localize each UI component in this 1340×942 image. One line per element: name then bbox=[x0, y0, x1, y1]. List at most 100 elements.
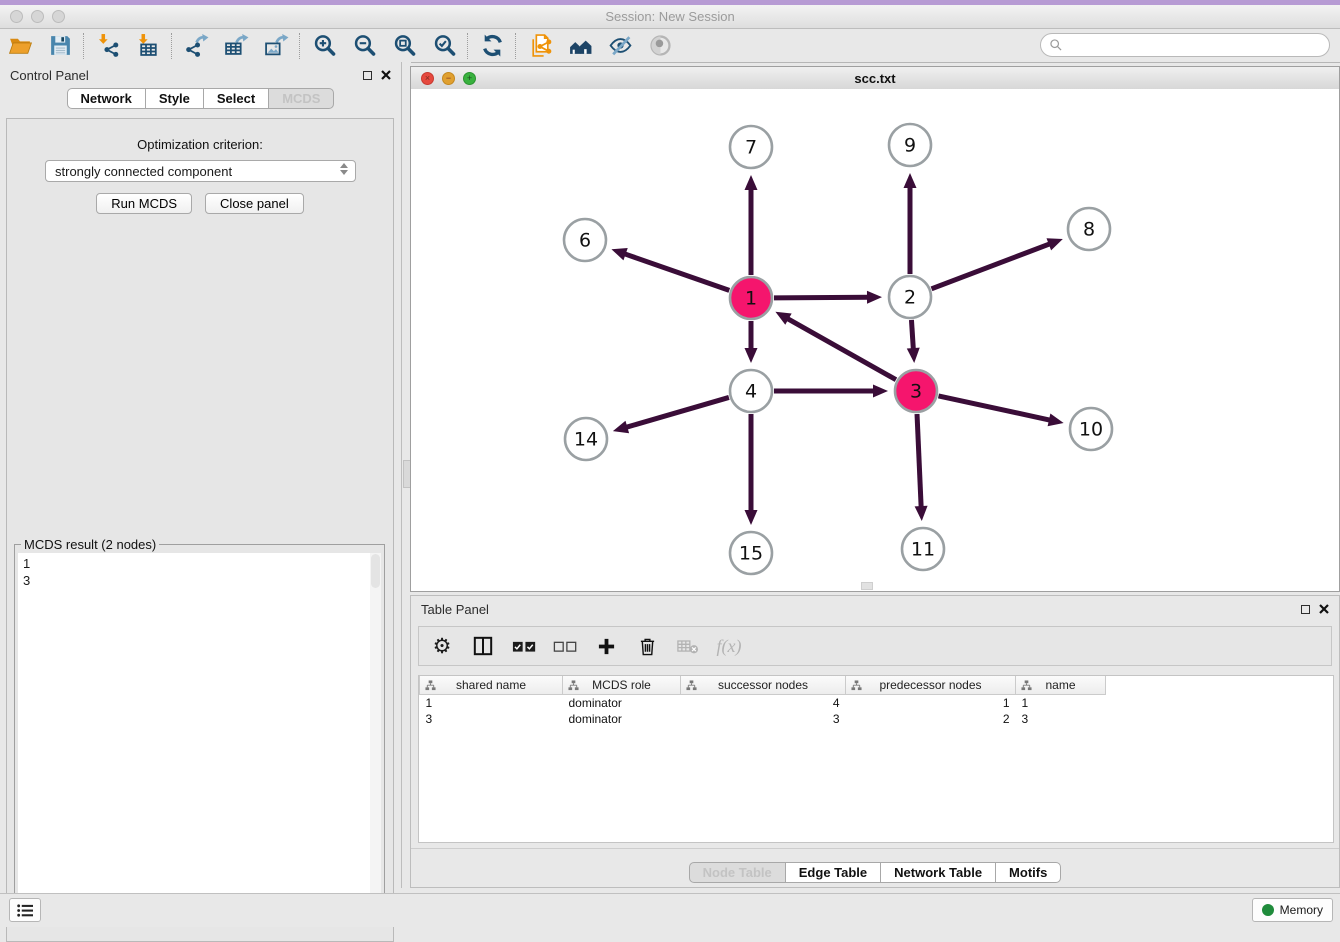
network-window-title: scc.txt bbox=[411, 71, 1339, 86]
tab-style[interactable]: Style bbox=[145, 88, 204, 109]
column-type-icon bbox=[686, 680, 697, 691]
zoom-in-button[interactable] bbox=[304, 32, 344, 60]
settings-gear-button[interactable]: ⚙ bbox=[429, 633, 455, 659]
export-image-button[interactable] bbox=[256, 32, 296, 60]
graph-node-10[interactable]: 10 bbox=[1070, 408, 1112, 450]
close-panel-button[interactable]: Close panel bbox=[205, 193, 304, 214]
graph-node-8[interactable]: 8 bbox=[1068, 208, 1110, 250]
graph-node-15[interactable]: 15 bbox=[730, 532, 772, 574]
table-cell[interactable]: 3 bbox=[420, 711, 563, 727]
graph-node-2[interactable]: 2 bbox=[889, 276, 931, 318]
task-history-button[interactable] bbox=[9, 898, 41, 922]
graph-edge-1-7[interactable] bbox=[745, 175, 758, 275]
table-cell[interactable]: 2 bbox=[846, 711, 1016, 727]
refresh-icon bbox=[480, 33, 505, 58]
table-cell[interactable]: 3 bbox=[1016, 711, 1106, 727]
zoom-selected-button[interactable] bbox=[424, 32, 464, 60]
column-header-successor-nodes[interactable]: successor nodes bbox=[681, 676, 846, 695]
delete-button[interactable] bbox=[634, 633, 660, 659]
mcds-result-list[interactable]: 13 bbox=[18, 553, 381, 918]
refresh-button[interactable] bbox=[472, 32, 512, 60]
import-network-button[interactable] bbox=[88, 32, 128, 60]
import-table-button[interactable] bbox=[128, 32, 168, 60]
graph-edge-2-9[interactable] bbox=[904, 173, 917, 274]
node-label: 6 bbox=[579, 230, 591, 252]
hide-panels-button[interactable] bbox=[560, 32, 600, 60]
graph-edge-3-11[interactable] bbox=[915, 414, 928, 521]
search-input[interactable] bbox=[1067, 37, 1329, 54]
table-cell[interactable]: 3 bbox=[681, 711, 846, 727]
graph-edge-4-14[interactable] bbox=[613, 397, 729, 433]
tab-select[interactable]: Select bbox=[203, 88, 269, 109]
zoom-in-icon bbox=[312, 33, 337, 58]
export-network-button[interactable] bbox=[176, 32, 216, 60]
graph-edge-2-3[interactable] bbox=[907, 320, 920, 363]
table-cell[interactable]: 1 bbox=[1016, 695, 1106, 712]
control-panel: Control Panel NetworkStyleSelectMCDS Opt… bbox=[0, 62, 401, 888]
network-view-window: × − + scc.txt 7968124314101511 bbox=[410, 66, 1340, 592]
criterion-dropdown[interactable]: strongly connected component bbox=[45, 160, 356, 182]
select-all-icon bbox=[512, 639, 537, 654]
table-row[interactable]: 3dominator323 bbox=[420, 711, 1106, 727]
table-cell[interactable]: 4 bbox=[681, 695, 846, 712]
table-tab-network-table[interactable]: Network Table bbox=[880, 862, 996, 883]
table-cell[interactable]: 1 bbox=[420, 695, 563, 712]
deselect-all-button[interactable] bbox=[552, 633, 578, 659]
table-tab-motifs[interactable]: Motifs bbox=[995, 862, 1061, 883]
close-panel-icon[interactable] bbox=[381, 70, 391, 80]
network-canvas[interactable]: 7 9 6 8 1 2 4 3 14 10 15 11 bbox=[411, 89, 1339, 589]
graph-node-7[interactable]: 7 bbox=[730, 126, 772, 168]
close-table-panel-icon[interactable] bbox=[1319, 604, 1329, 614]
run-mcds-button[interactable]: Run MCDS bbox=[96, 193, 192, 214]
search-box[interactable] bbox=[1040, 33, 1330, 57]
graph-node-3[interactable]: 3 bbox=[895, 370, 937, 412]
float-table-panel-icon[interactable] bbox=[1301, 605, 1310, 614]
table-header-row: shared nameMCDS rolesuccessor nodesprede… bbox=[420, 676, 1106, 695]
table-panel-header: Table Panel bbox=[411, 596, 1339, 622]
graph-edge-3-10[interactable] bbox=[938, 396, 1063, 426]
table-cell[interactable]: dominator bbox=[563, 695, 681, 712]
graph-edge-1-4[interactable] bbox=[745, 321, 758, 363]
table-tab-edge-table[interactable]: Edge Table bbox=[785, 862, 881, 883]
toggle-columns-button[interactable] bbox=[470, 633, 496, 659]
column-header-predecessor-nodes[interactable]: predecessor nodes bbox=[846, 676, 1016, 695]
column-header-shared-name[interactable]: shared name bbox=[420, 676, 563, 695]
clone-network-button[interactable] bbox=[520, 32, 560, 60]
graph-edge-1-6[interactable] bbox=[611, 248, 729, 290]
status-bar: Memory bbox=[0, 893, 1340, 927]
graph-edge-4-3[interactable] bbox=[774, 385, 888, 398]
result-scrollbar[interactable] bbox=[370, 553, 381, 918]
float-panel-icon[interactable] bbox=[363, 71, 372, 80]
graph-edge-2-8[interactable] bbox=[932, 238, 1063, 289]
graph-node-1[interactable]: 1 bbox=[730, 277, 772, 319]
select-all-button[interactable] bbox=[511, 633, 537, 659]
open-folder-button[interactable] bbox=[0, 32, 40, 60]
control-panel-header: Control Panel bbox=[0, 62, 401, 88]
graph-node-11[interactable]: 11 bbox=[902, 528, 944, 570]
zoom-fit-button[interactable] bbox=[384, 32, 424, 60]
tab-network[interactable]: Network bbox=[67, 88, 146, 109]
memory-button[interactable]: Memory bbox=[1252, 898, 1333, 922]
graph-edge-1-2[interactable] bbox=[774, 291, 882, 304]
toggle-visibility-icon bbox=[608, 33, 633, 58]
graph-node-6[interactable]: 6 bbox=[564, 219, 606, 261]
graph-edge-4-15[interactable] bbox=[745, 414, 758, 525]
graph-node-9[interactable]: 9 bbox=[889, 124, 931, 166]
graph-node-4[interactable]: 4 bbox=[730, 370, 772, 412]
column-header-MCDS-role[interactable]: MCDS role bbox=[563, 676, 681, 695]
network-graph[interactable]: 7 9 6 8 1 2 4 3 14 10 15 11 bbox=[411, 89, 1339, 589]
table-cell[interactable]: dominator bbox=[563, 711, 681, 727]
graph-edge-3-1[interactable] bbox=[775, 312, 896, 380]
column-header-name[interactable]: name bbox=[1016, 676, 1106, 695]
save-button[interactable] bbox=[40, 32, 80, 60]
graph-node-14[interactable]: 14 bbox=[565, 418, 607, 460]
tab-mcds[interactable]: MCDS bbox=[268, 88, 334, 109]
add-button[interactable] bbox=[593, 633, 619, 659]
network-resize-grip[interactable] bbox=[861, 582, 873, 590]
export-table-button[interactable] bbox=[216, 32, 256, 60]
table-row[interactable]: 1dominator411 bbox=[420, 695, 1106, 712]
toggle-visibility-button[interactable] bbox=[600, 32, 640, 60]
zoom-out-button[interactable] bbox=[344, 32, 384, 60]
table-tab-node-table[interactable]: Node Table bbox=[689, 862, 786, 883]
table-cell[interactable]: 1 bbox=[846, 695, 1016, 712]
